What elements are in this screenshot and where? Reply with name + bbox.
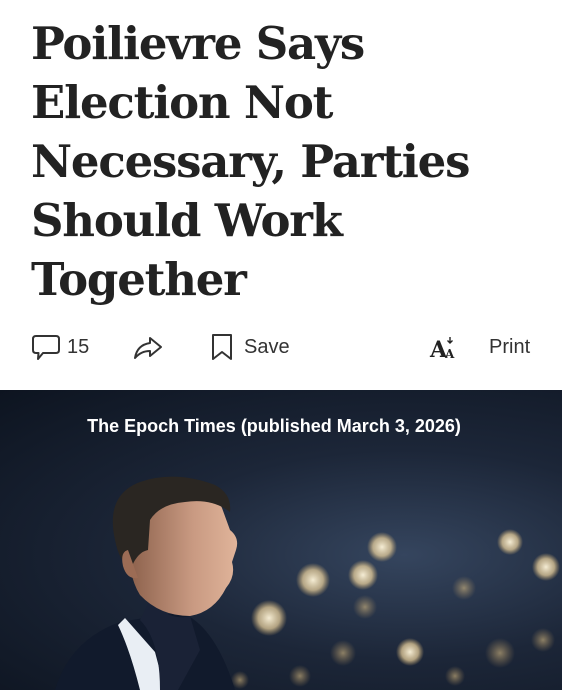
print-label: Print (489, 335, 531, 358)
comments-button[interactable]: 15 (31, 325, 89, 369)
share-icon (132, 332, 164, 362)
comment-icon (31, 332, 61, 362)
article-header: Poilievre Says Election Not Necessary, P… (0, 0, 562, 390)
article-toolbar: 15 Save A A Print (0, 325, 562, 369)
bokeh-lights (231, 529, 560, 689)
save-label: Save (244, 335, 290, 358)
photo-caption: The Epoch Times (published March 3, 2026… (87, 416, 461, 436)
print-button[interactable]: Print (489, 325, 530, 369)
save-button[interactable]: Save (210, 325, 290, 369)
svg-text:A: A (444, 347, 455, 361)
text-size-icon: A A (429, 332, 459, 362)
comment-count: 15 (67, 335, 90, 358)
person (55, 476, 238, 690)
headline: Poilievre Says Election Not Necessary, P… (31, 17, 470, 306)
article-photo: The Epoch Times (published March 3, 2026… (0, 390, 562, 690)
share-button[interactable] (132, 325, 164, 369)
bookmark-icon (210, 332, 234, 362)
text-size-button[interactable]: A A (429, 325, 459, 369)
